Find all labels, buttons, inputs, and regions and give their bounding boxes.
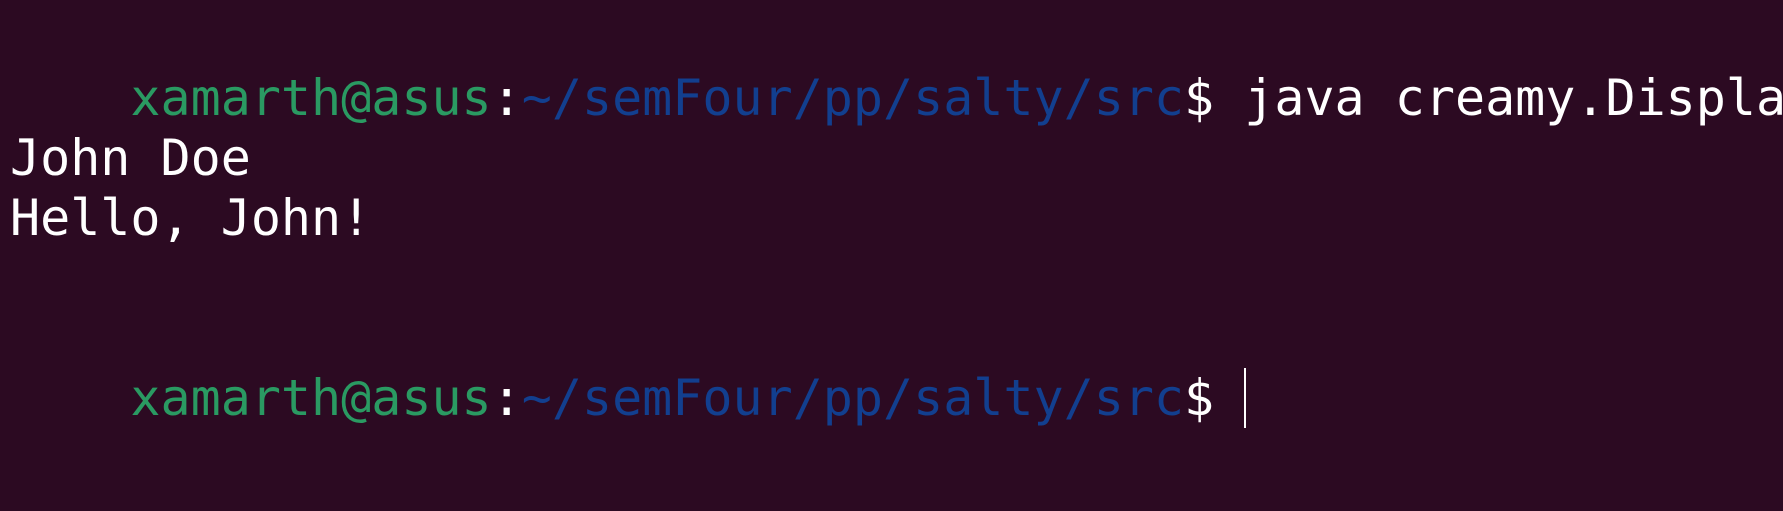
prompt-line-2[interactable]: xamarth@asus:~/semFour/pp/salty/src$ [10, 308, 1783, 428]
prompt-line-1: xamarth@asus:~/semFour/pp/salty/src$ jav… [10, 8, 1783, 127]
output-line-2: Hello, John! [10, 189, 372, 247]
output-line-1: John Doe [10, 129, 251, 187]
prompt-path: ~/semFour/pp/salty/src [521, 69, 1185, 127]
prompt-colon: : [491, 369, 522, 427]
prompt-colon: : [491, 69, 522, 127]
terminal-window[interactable]: xamarth@asus:~/semFour/pp/salty/src$ jav… [0, 0, 1783, 511]
prompt-dollar: $ [1184, 69, 1215, 127]
prompt-user-host: xamarth@asus [130, 69, 492, 127]
prompt-path: ~/semFour/pp/salty/src [521, 369, 1185, 427]
prompt-dollar: $ [1184, 369, 1215, 427]
command-text: java creamy.Display [1214, 69, 1783, 127]
text-cursor[interactable] [1244, 368, 1247, 428]
prompt-user-host: xamarth@asus [130, 369, 492, 427]
